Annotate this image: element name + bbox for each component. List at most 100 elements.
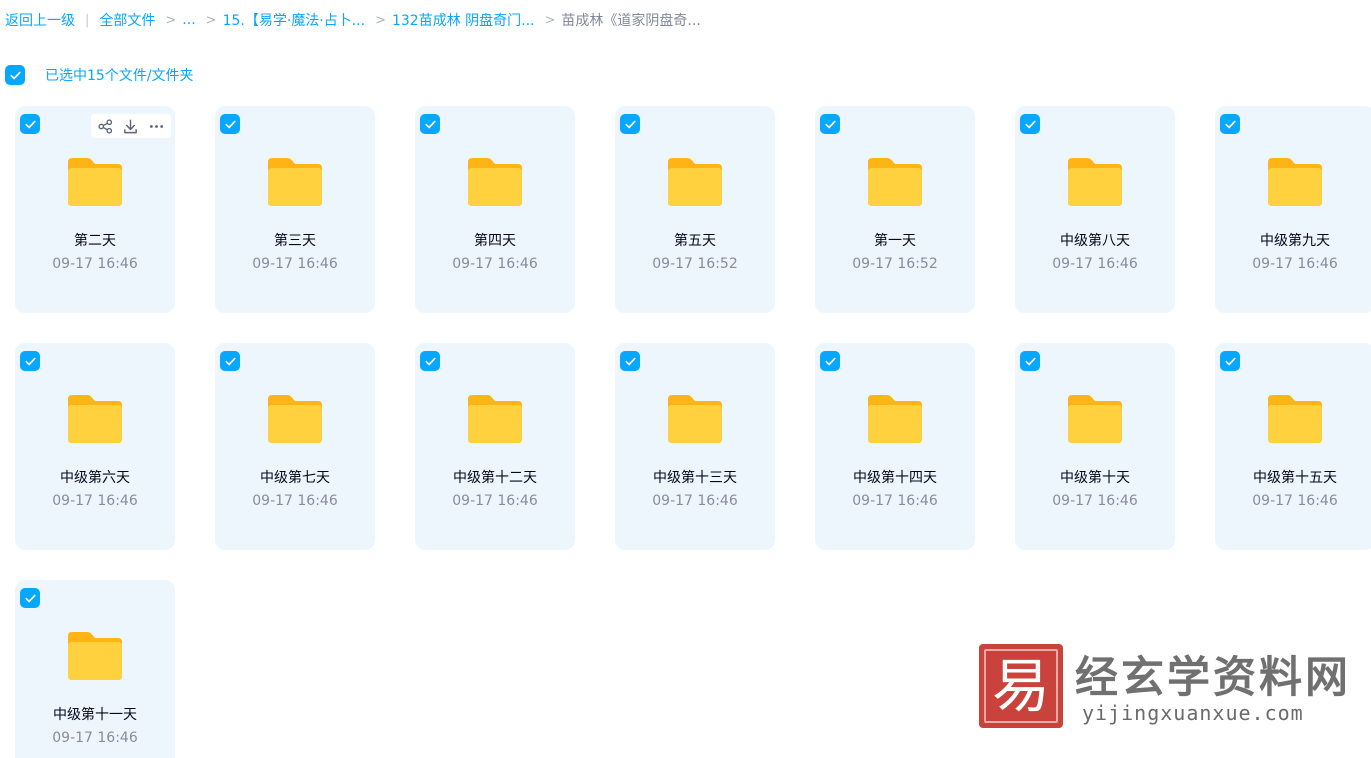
folder-name: 中级第六天 xyxy=(60,470,130,486)
folder-name: 第二天 xyxy=(74,233,116,249)
folder-card[interactable]: 第二天 09-17 16:46 xyxy=(15,106,175,313)
folder-date: 09-17 16:46 xyxy=(252,493,338,509)
breadcrumb-ellipsis[interactable]: ... xyxy=(182,12,195,28)
folder-name: 第五天 xyxy=(674,233,716,249)
folder-name: 中级第十四天 xyxy=(853,470,937,486)
more-button[interactable] xyxy=(146,116,166,136)
item-checkbox[interactable] xyxy=(620,351,640,371)
breadcrumb: 返回上一级 | 全部文件 > ... > 15.【易学·魔法·占卜... > 1… xyxy=(5,9,701,31)
checkmark-icon xyxy=(1024,120,1036,128)
folder-date: 09-17 16:46 xyxy=(1252,256,1338,272)
chevron-right-icon: > xyxy=(205,12,217,28)
checkmark-icon xyxy=(424,357,436,365)
checkmark-icon xyxy=(1224,357,1236,365)
folder-date: 09-17 16:46 xyxy=(52,256,138,272)
folder-card[interactable]: 中级第八天 09-17 16:46 xyxy=(1015,106,1175,313)
folder-name: 中级第八天 xyxy=(1060,233,1130,249)
folder-card[interactable]: 中级第十二天 09-17 16:46 xyxy=(415,343,575,550)
share-icon xyxy=(98,118,113,134)
folder-name: 第三天 xyxy=(274,233,316,249)
folder-date: 09-17 16:46 xyxy=(252,256,338,272)
folder-date: 09-17 16:46 xyxy=(1052,493,1138,509)
watermark-title: 经玄学资料网 xyxy=(1075,653,1351,703)
item-checkbox[interactable] xyxy=(20,588,40,608)
folder-card[interactable]: 第四天 09-17 16:46 xyxy=(415,106,575,313)
checkmark-icon xyxy=(24,357,36,365)
watermark-seal: 易 xyxy=(979,644,1063,728)
selection-count: 已选中15个文件/文件夹 xyxy=(45,68,194,84)
download-icon xyxy=(124,119,138,133)
breadcrumb-divider: | xyxy=(85,12,90,28)
breadcrumb-level-2[interactable]: 132苗成林 阴盘奇门... xyxy=(392,10,535,30)
back-link[interactable]: 返回上一级 xyxy=(5,10,75,30)
checkmark-icon xyxy=(224,120,236,128)
item-checkbox[interactable] xyxy=(1220,351,1240,371)
item-checkbox[interactable] xyxy=(620,114,640,134)
checkmark-icon xyxy=(24,594,36,602)
item-checkbox[interactable] xyxy=(420,114,440,134)
item-checkbox[interactable] xyxy=(820,114,840,134)
folder-name: 中级第九天 xyxy=(1260,233,1330,249)
folder-date: 09-17 16:46 xyxy=(452,256,538,272)
folder-card[interactable]: 中级第十三天 09-17 16:46 xyxy=(615,343,775,550)
folder-card[interactable]: 第三天 09-17 16:46 xyxy=(215,106,375,313)
chevron-right-icon: > xyxy=(375,12,386,28)
selection-bar: 已选中15个文件/文件夹 xyxy=(5,64,194,86)
item-checkbox[interactable] xyxy=(820,351,840,371)
folder-name: 第一天 xyxy=(874,233,916,249)
checkmark-icon xyxy=(824,357,836,365)
folder-name: 中级第十五天 xyxy=(1253,470,1337,486)
folder-name: 中级第七天 xyxy=(260,470,330,486)
watermark: 易 经玄学资料网 yijingxuanxue.com xyxy=(979,641,1348,733)
item-checkbox[interactable] xyxy=(1020,351,1040,371)
breadcrumb-level-1[interactable]: 15.【易学·魔法·占卜... xyxy=(223,10,366,30)
item-checkbox[interactable] xyxy=(220,351,240,371)
folder-card[interactable]: 中级第十一天 09-17 16:46 xyxy=(15,580,175,758)
breadcrumb-root[interactable]: 全部文件 xyxy=(99,10,155,30)
folder-date: 09-17 16:46 xyxy=(52,493,138,509)
item-checkbox[interactable] xyxy=(1220,114,1240,134)
item-checkbox[interactable] xyxy=(20,114,40,134)
folder-name: 中级第十一天 xyxy=(53,707,137,723)
checkmark-icon xyxy=(424,120,436,128)
folder-date: 09-17 16:46 xyxy=(52,730,138,746)
folder-card[interactable]: 中级第十天 09-17 16:46 xyxy=(1015,343,1175,550)
folder-card[interactable]: 中级第九天 09-17 16:46 xyxy=(1215,106,1371,313)
download-button[interactable] xyxy=(121,116,141,136)
folder-card[interactable]: 第一天 09-17 16:52 xyxy=(815,106,975,313)
folder-name: 中级第十二天 xyxy=(453,470,537,486)
folder-icon xyxy=(1268,395,1322,443)
checkmark-icon xyxy=(1024,357,1036,365)
folder-icon xyxy=(268,395,322,443)
folder-card[interactable]: 中级第六天 09-17 16:46 xyxy=(15,343,175,550)
item-checkbox[interactable] xyxy=(420,351,440,371)
folder-icon xyxy=(868,158,922,206)
watermark-url: yijingxuanxue.com xyxy=(1082,701,1304,725)
item-checkbox[interactable] xyxy=(220,114,240,134)
breadcrumb-current: 苗成林《道家阴盘奇... xyxy=(561,13,701,29)
folder-card[interactable]: 中级第十四天 09-17 16:46 xyxy=(815,343,975,550)
watermark-seal-char: 易 xyxy=(991,652,1050,720)
checkmark-icon xyxy=(824,120,836,128)
folder-card[interactable]: 第五天 09-17 16:52 xyxy=(615,106,775,313)
folder-date: 09-17 16:46 xyxy=(1252,493,1338,509)
folder-icon xyxy=(868,395,922,443)
folder-icon xyxy=(68,395,122,443)
folder-icon xyxy=(468,395,522,443)
checkmark-icon xyxy=(224,357,236,365)
item-checkbox[interactable] xyxy=(1020,114,1040,134)
item-checkbox[interactable] xyxy=(20,351,40,371)
folder-icon xyxy=(68,158,122,206)
folder-icon xyxy=(1068,158,1122,206)
folder-card[interactable]: 中级第七天 09-17 16:46 xyxy=(215,343,375,550)
folder-date: 09-17 16:52 xyxy=(852,256,938,272)
chevron-right-icon: > xyxy=(165,12,177,28)
checkmark-icon xyxy=(1224,120,1236,128)
checkmark-icon xyxy=(24,120,36,128)
checkmark-icon xyxy=(624,120,636,128)
folder-card[interactable]: 中级第十五天 09-17 16:46 xyxy=(1215,343,1371,550)
checkmark-icon xyxy=(624,357,636,365)
folder-icon xyxy=(1268,158,1322,206)
select-all-checkbox[interactable] xyxy=(5,65,25,85)
share-button[interactable] xyxy=(96,116,116,136)
